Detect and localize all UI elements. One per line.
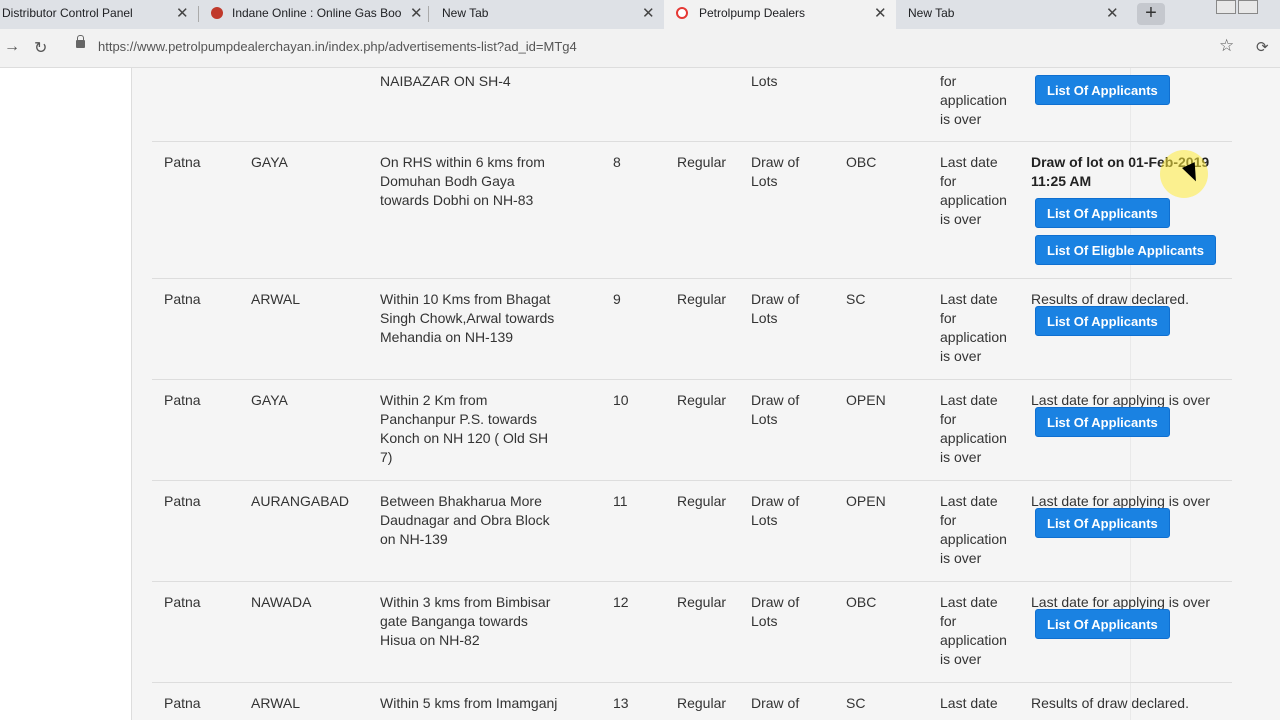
sno-cell: 10 xyxy=(613,392,629,408)
category-cell: OPEN xyxy=(846,493,886,509)
table-row-divider xyxy=(152,682,1232,683)
method-cell: Draw of Lots xyxy=(751,291,800,326)
status-line: application xyxy=(940,92,1007,108)
type-cell: Regular xyxy=(677,291,727,307)
tab-title: Distributor Control Panel xyxy=(2,6,133,20)
list-of-applicants-button[interactable]: List Of Applicants xyxy=(1035,609,1170,639)
location-cell: Within 5 kms from Imamganj xyxy=(380,695,558,711)
tab-title: New Tab xyxy=(908,6,955,20)
petrolpump-favicon-icon xyxy=(676,7,688,19)
type-cell: Regular xyxy=(677,154,727,170)
district-cell: ARWAL xyxy=(251,695,301,711)
tab-distributor-control-panel[interactable]: Distributor Control Panel ✕ xyxy=(0,0,198,29)
category-cell: SC xyxy=(846,291,866,307)
district-cell: GAYA xyxy=(251,392,288,408)
sno-cell: 12 xyxy=(613,594,629,610)
type-cell: Regular xyxy=(677,594,727,610)
state-cell: Patna xyxy=(164,695,201,711)
address-bar[interactable]: https://www.petrolpumpdealerchayan.in/in… xyxy=(98,39,577,54)
tab-new-tab-1[interactable]: New Tab ✕ xyxy=(430,0,662,29)
category-cell: OBC xyxy=(846,594,877,610)
method-cell: Draw of Lots xyxy=(751,392,800,427)
star-icon[interactable]: ☆ xyxy=(1219,36,1234,56)
page-content: NAIBAZAR ON SH-4 Lots for application is… xyxy=(0,68,1280,720)
close-icon[interactable]: ✕ xyxy=(176,0,189,27)
state-cell: Patna xyxy=(164,154,201,170)
extension-icon[interactable]: ⟳ xyxy=(1256,38,1269,56)
tab-title: Indane Online : Online Gas Book xyxy=(232,6,402,20)
sno-cell: 13 xyxy=(613,695,629,711)
location-cell: Within 2 Km from Panchanpur P.S. towards… xyxy=(380,392,549,465)
minimize-icon[interactable] xyxy=(1216,0,1236,14)
indane-favicon-icon xyxy=(211,7,223,19)
district-cell: ARWAL xyxy=(251,291,301,307)
category-cell: OPEN xyxy=(846,392,886,408)
browser-toolbar: → ↻ https://www.petrolpumpdealerchayan.i… xyxy=(0,29,1280,68)
method-cell: Draw of Lots xyxy=(751,493,800,528)
table-row-divider xyxy=(152,480,1232,481)
tab-title: New Tab xyxy=(442,6,489,20)
status-line: is over xyxy=(940,111,982,127)
result-cell: Results of draw declared. xyxy=(1031,695,1189,711)
maximize-icon[interactable] xyxy=(1238,0,1258,14)
tab-divider xyxy=(428,6,429,22)
table-row-divider xyxy=(152,581,1232,582)
type-cell: Regular xyxy=(677,695,727,711)
state-cell: Patna xyxy=(164,594,201,610)
type-cell: Regular xyxy=(677,493,727,509)
type-cell: Regular xyxy=(677,392,727,408)
method-cell: Draw of Lots xyxy=(751,154,800,189)
tab-title: Petrolpump Dealers xyxy=(699,6,806,20)
last-date-cell: Last date xyxy=(940,695,998,711)
last-date-cell: Last date for application is over xyxy=(940,493,1007,566)
tab-indane-online[interactable]: Indane Online : Online Gas Book ✕ xyxy=(200,0,428,29)
sno-cell: 8 xyxy=(613,154,621,170)
method-cell: Lots xyxy=(751,73,778,89)
list-of-applicants-button[interactable]: List Of Applicants xyxy=(1035,198,1170,228)
status-line: for xyxy=(940,73,957,89)
last-date-cell: Last date for application is over xyxy=(940,392,1007,465)
location-cell: NAIBAZAR ON SH-4 xyxy=(380,73,511,89)
table-row-divider xyxy=(152,379,1232,380)
list-of-applicants-button[interactable]: List Of Applicants xyxy=(1035,508,1170,538)
last-date-cell: Last date for application is over xyxy=(940,291,1007,364)
district-cell: GAYA xyxy=(251,154,288,170)
location-cell: On RHS within 6 kms from Domuhan Bodh Ga… xyxy=(380,154,545,208)
method-cell: Draw of xyxy=(751,695,800,711)
window-controls[interactable] xyxy=(1216,0,1280,18)
last-date-cell: Last date for application is over xyxy=(940,154,1007,227)
tab-strip: Distributor Control Panel ✕ Indane Onlin… xyxy=(0,0,1280,29)
reload-icon[interactable]: ↻ xyxy=(34,38,47,58)
list-of-eligible-applicants-button[interactable]: List Of Eligble Applicants xyxy=(1035,235,1216,265)
location-cell: Within 3 kms from Bimbisar gate Banganga… xyxy=(380,594,551,648)
tab-petrolpump-dealers[interactable]: Petrolpump Dealers ✕ xyxy=(664,0,896,29)
new-tab-button[interactable]: + xyxy=(1137,3,1165,25)
sno-cell: 11 xyxy=(613,493,628,509)
list-of-applicants-button[interactable]: List Of Applicants xyxy=(1035,306,1170,336)
list-of-applicants-button[interactable]: List Of Applicants xyxy=(1035,407,1170,437)
back-icon[interactable]: → xyxy=(4,38,20,56)
table-row-divider xyxy=(152,141,1232,142)
last-date-cell: Last date for application is over xyxy=(940,594,1007,667)
tab-divider xyxy=(198,6,199,22)
category-cell: SC xyxy=(846,695,866,711)
sno-cell: 9 xyxy=(613,291,621,307)
category-cell: OBC xyxy=(846,154,877,170)
close-icon[interactable]: ✕ xyxy=(874,0,887,27)
tab-new-tab-2[interactable]: New Tab ✕ xyxy=(898,0,1130,29)
district-cell: AURANGABAD xyxy=(251,493,350,509)
list-of-applicants-button[interactable]: List Of Applicants xyxy=(1035,75,1170,105)
location-cell: Within 10 Kms from Bhagat Singh Chowk,Ar… xyxy=(380,291,555,345)
state-cell: Patna xyxy=(164,291,201,307)
close-icon[interactable]: ✕ xyxy=(642,0,655,27)
state-cell: Patna xyxy=(164,493,201,509)
lock-icon xyxy=(76,35,85,48)
table-row-divider xyxy=(152,278,1232,279)
close-icon[interactable]: ✕ xyxy=(1106,0,1119,27)
location-cell: Between Bhakharua More Daudnagar and Obr… xyxy=(380,493,550,547)
close-icon[interactable]: ✕ xyxy=(410,0,423,27)
state-cell: Patna xyxy=(164,392,201,408)
method-cell: Draw of Lots xyxy=(751,594,800,629)
district-cell: NAWADA xyxy=(251,594,312,610)
